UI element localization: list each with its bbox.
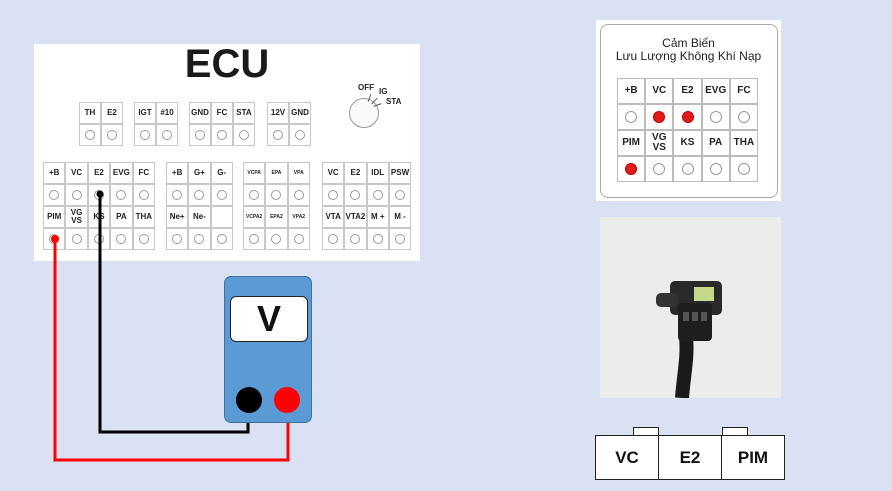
ecu-pim-probe-point [51,235,59,243]
sensor-label-sticker [694,287,714,301]
sensor-pin-hole [681,163,694,175]
sensor-pin-hole [709,163,722,175]
connector-pin-slot [701,312,707,321]
connector-diagram: VC E2 PIM [595,435,785,480]
ecu-e2-probe-point [96,190,104,198]
sensor-pin-hole [737,163,750,175]
connector-pin-vc: VC [615,447,639,467]
sensor-pin-hole [737,111,750,123]
sensor-pin-label: VG VS [645,130,674,156]
sensor-pin-highlighted [625,163,638,175]
sensor-mount-ear [656,293,678,307]
sensor-pin-label: FC [729,78,758,104]
sensor-pin-label: KS [673,130,702,156]
sensor-pin-label: THA [729,130,758,156]
black-jack [236,387,262,413]
sensor-pin-label: +B [617,78,646,104]
sensor-photo-drawing [656,281,722,399]
red-jack [274,387,300,413]
connector-pin-e2: E2 [679,447,701,467]
sensor-pin-highlighted [681,111,694,123]
connector-pin-slot [683,312,689,321]
connector-pin-pim: PIM [737,447,769,467]
voltmeter-display: V [230,296,308,342]
sensor-pin-hole [625,111,638,123]
sensor-cable [675,336,694,399]
sensor-connector-housing [678,303,712,341]
sensor-pin-hole [709,111,722,123]
sensor-photo [600,217,781,399]
sensor-pin-label: VC [645,78,674,104]
connector-pin-slot [692,312,698,321]
sensor-pin-label: EVG [701,78,730,104]
sensor-pin-label: PA [701,130,730,156]
sensor-pin-label: PIM [617,130,646,156]
sensor-pin-label: E2 [673,78,702,104]
sensor-title-line1: Cảm Biến [662,36,715,50]
sensor-title-line2: Lưu Lượng Không Khí Nạp [615,49,762,63]
